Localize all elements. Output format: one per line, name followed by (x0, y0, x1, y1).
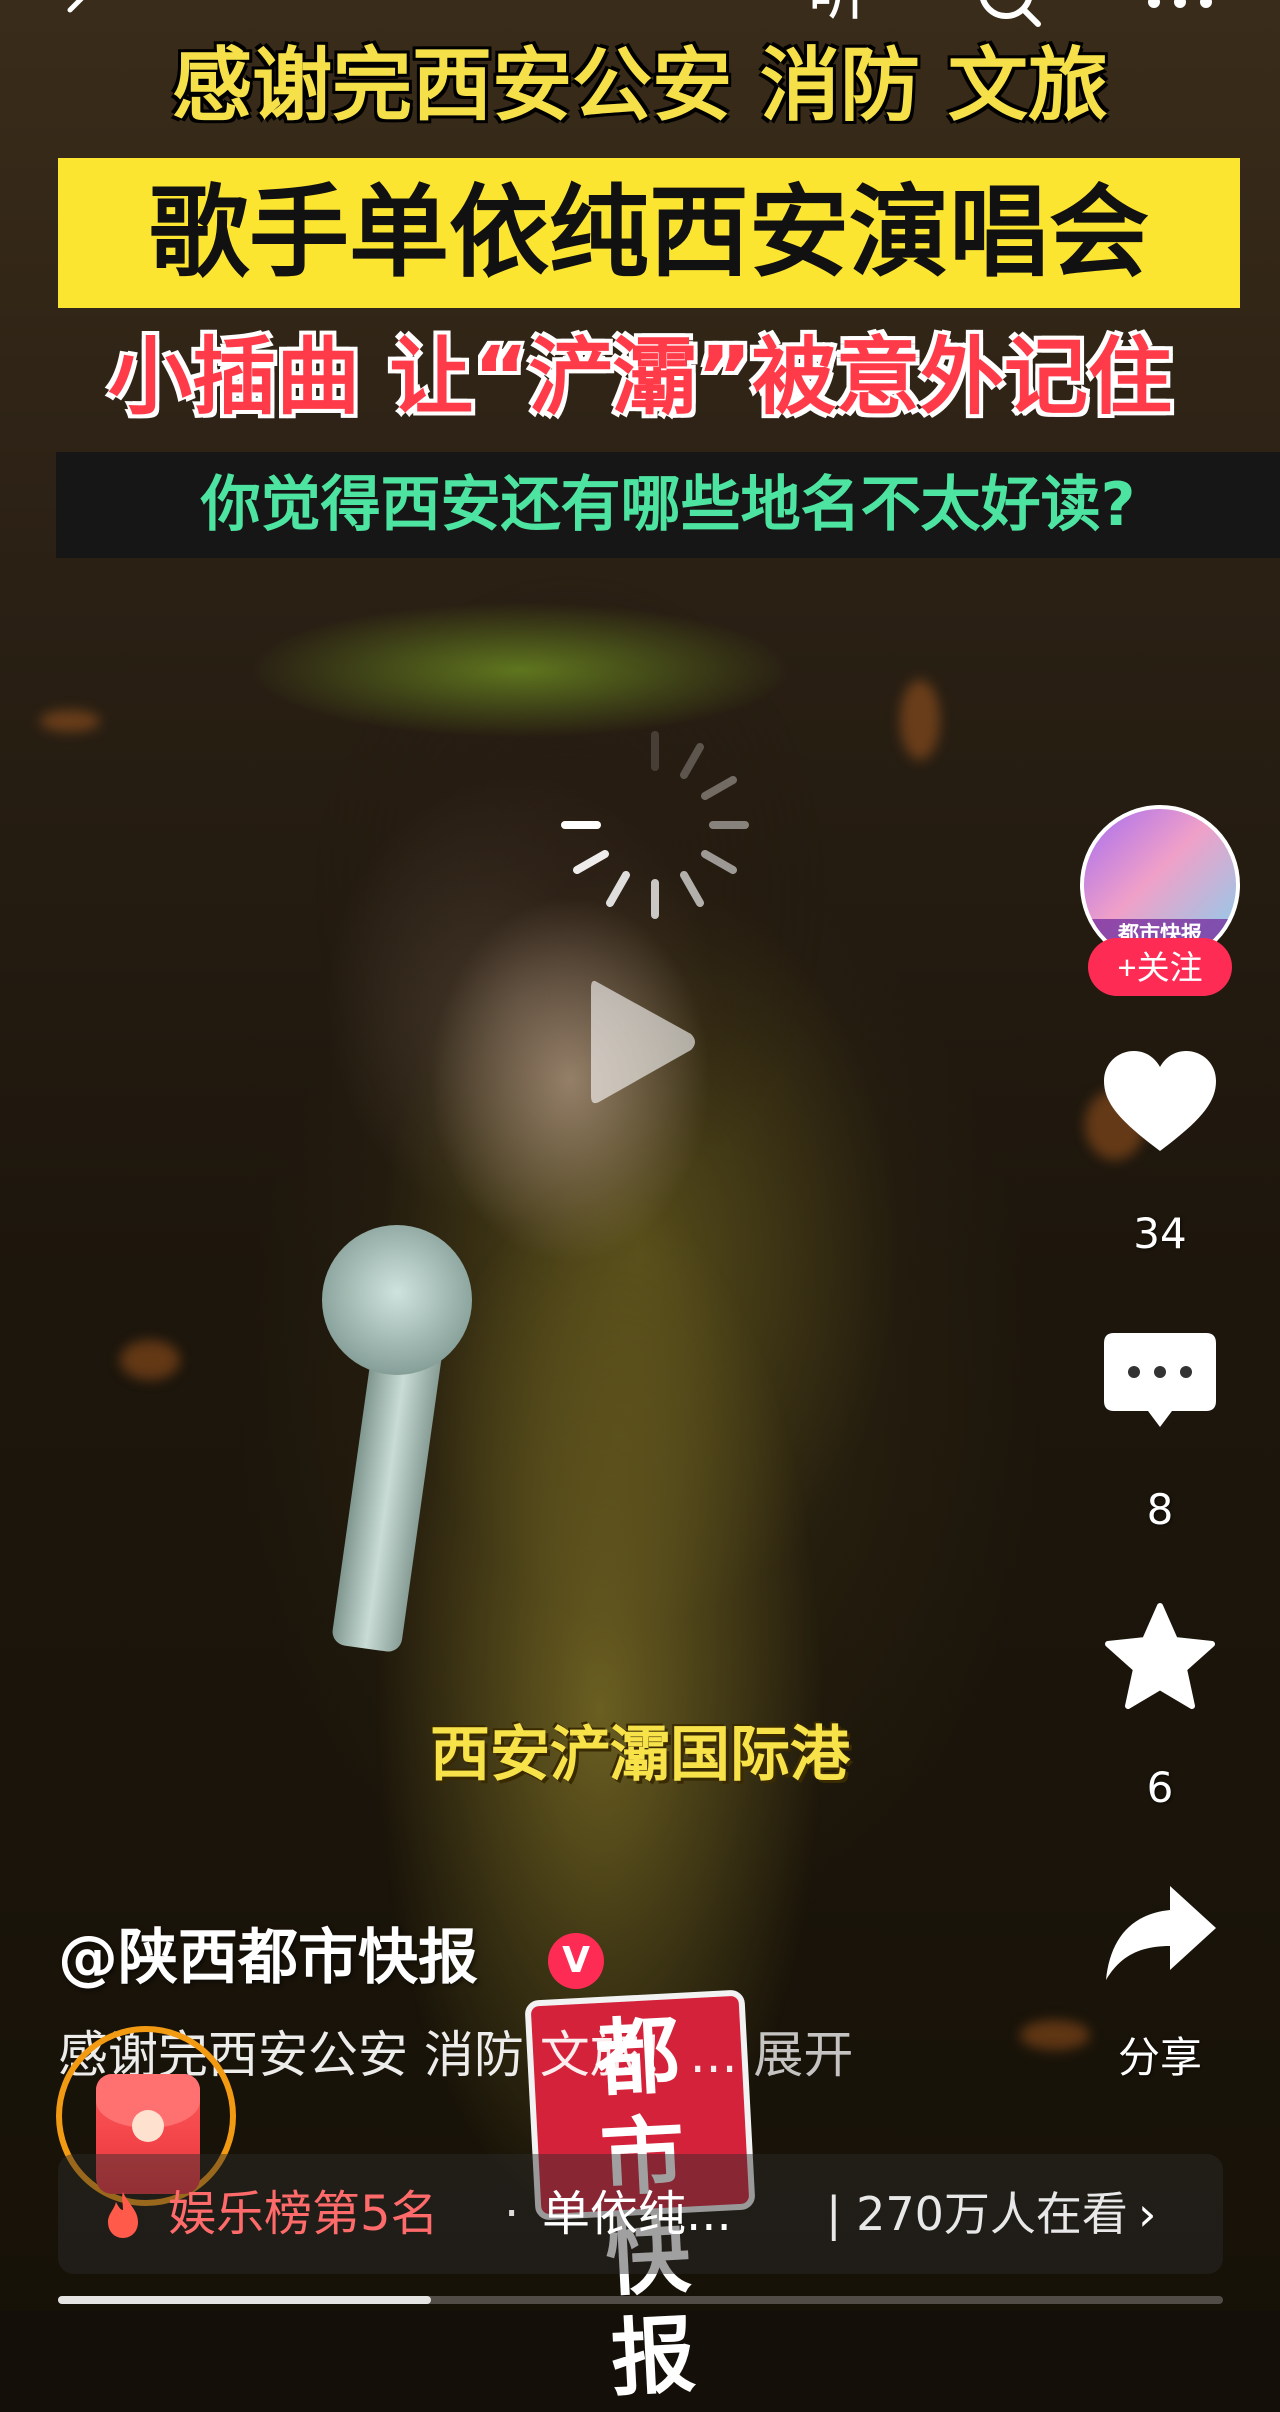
top-bar: 听 (0, 0, 1280, 40)
chevron-right-icon: › (1138, 2187, 1157, 2241)
feather-headpiece (150, 560, 890, 760)
verified-badge-icon: V (548, 1933, 604, 1989)
stage-light (40, 710, 100, 732)
hot-rank-label: 娱乐榜第5名 (168, 2186, 439, 2242)
play-icon[interactable] (583, 972, 703, 1112)
loading-spinner-icon (561, 731, 749, 919)
expand-link[interactable]: 展开 (753, 2026, 853, 2084)
stage-light (900, 680, 940, 760)
like-count: 34 (1133, 1209, 1187, 1258)
comment-count: 8 (1146, 1485, 1174, 1534)
share-label: 分享 (1117, 2033, 1202, 2082)
video-caption-line3: 小插曲 让“浐灞”被意外记住 (108, 328, 1172, 426)
red-packet-coin (132, 2110, 164, 2142)
favorite-star-icon[interactable] (1100, 1600, 1220, 1720)
comment-icon[interactable] (1100, 1325, 1220, 1445)
hot-viewer-count: | 270万人在看 (826, 2187, 1128, 2241)
video-caption-line2: 歌手单依纯西安演唱会 (149, 174, 1149, 291)
video-caption-line1: 感谢完西安公安 消防 文旅 (172, 39, 1108, 132)
follow-button[interactable]: +关注 (1088, 938, 1232, 996)
hot-separator: · (504, 2186, 520, 2242)
back-icon[interactable] (52, 0, 112, 40)
hot-topic: 单依纯... (542, 2186, 732, 2242)
like-heart-icon[interactable] (1100, 1045, 1220, 1165)
video-progress-fill (58, 2296, 431, 2304)
microphone-head (322, 1225, 472, 1375)
listen-button[interactable]: 听 (808, 0, 868, 24)
flame-icon (108, 2192, 138, 2238)
video-caption-line4: 你觉得西安还有哪些地名不太好读? (200, 470, 1136, 540)
search-icon[interactable] (968, 0, 1048, 38)
share-icon[interactable] (1100, 1876, 1220, 1996)
stage-light (120, 1340, 180, 1380)
favorite-count: 6 (1146, 1763, 1174, 1812)
more-icon[interactable] (1140, 0, 1220, 22)
author-name[interactable]: @陕西都市快报 (58, 1916, 478, 2000)
